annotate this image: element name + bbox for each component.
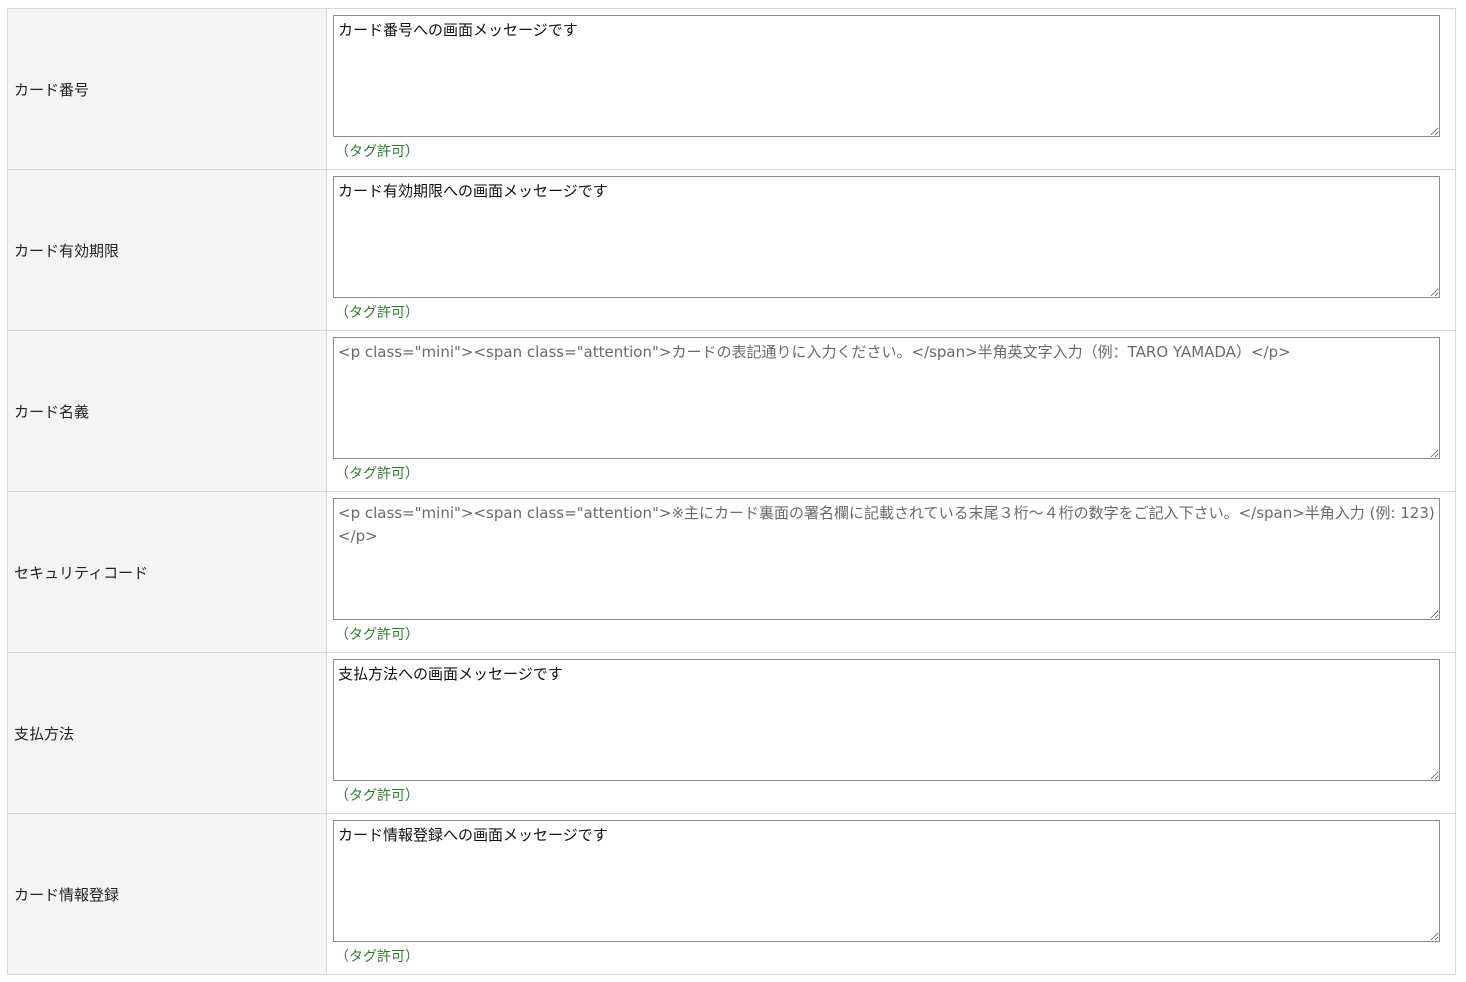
row-label: セキュリティコード xyxy=(7,491,327,653)
tag-allowed-note: （タグ許可） xyxy=(335,305,419,321)
row-label: カード番号 xyxy=(7,8,327,170)
row-label: カード情報登録 xyxy=(7,813,327,975)
message-textarea-card-registration[interactable] xyxy=(333,820,1440,942)
message-textarea-card-holder[interactable] xyxy=(333,337,1440,459)
message-textarea-security-code[interactable] xyxy=(333,498,1440,620)
field-cell: （タグ許可） xyxy=(326,813,1456,975)
message-textarea-card-expiry[interactable] xyxy=(333,176,1440,298)
row-label: カード有効期限 xyxy=(7,169,327,331)
field-cell: （タグ許可） xyxy=(326,652,1456,814)
settings-form-table: カード番号 （タグ許可） カード有効期限 （タグ許可） カード名義 （タグ許可）… xyxy=(7,8,1456,975)
form-row-payment-method: 支払方法 （タグ許可） xyxy=(7,652,1456,814)
tag-allowed-note: （タグ許可） xyxy=(335,788,419,804)
field-cell: （タグ許可） xyxy=(326,330,1456,492)
tag-allowed-note: （タグ許可） xyxy=(335,144,419,160)
form-row-security-code: セキュリティコード （タグ許可） xyxy=(7,491,1456,653)
form-row-card-number: カード番号 （タグ許可） xyxy=(7,8,1456,170)
form-row-card-expiry: カード有効期限 （タグ許可） xyxy=(7,169,1456,331)
row-label: カード名義 xyxy=(7,330,327,492)
form-row-card-holder: カード名義 （タグ許可） xyxy=(7,330,1456,492)
form-row-card-registration: カード情報登録 （タグ許可） xyxy=(7,813,1456,975)
field-cell: （タグ許可） xyxy=(326,8,1456,170)
field-cell: （タグ許可） xyxy=(326,169,1456,331)
row-label: 支払方法 xyxy=(7,652,327,814)
message-textarea-card-number[interactable] xyxy=(333,15,1440,137)
message-textarea-payment-method[interactable] xyxy=(333,659,1440,781)
tag-allowed-note: （タグ許可） xyxy=(335,466,419,482)
field-cell: （タグ許可） xyxy=(326,491,1456,653)
tag-allowed-note: （タグ許可） xyxy=(335,949,419,965)
tag-allowed-note: （タグ許可） xyxy=(335,627,419,643)
